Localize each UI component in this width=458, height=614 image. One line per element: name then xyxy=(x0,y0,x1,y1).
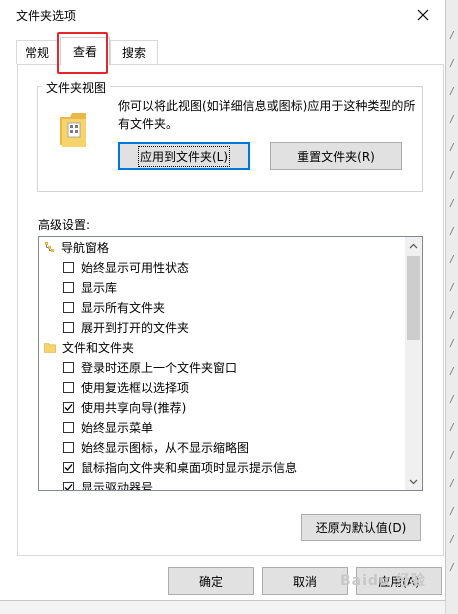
checkmark-icon xyxy=(64,403,73,411)
list-item-label: 使用复选框以选择项 xyxy=(81,380,190,395)
list-item[interactable]: 使用共享向导(推荐) xyxy=(63,397,186,417)
chevron-up-icon xyxy=(409,243,418,248)
ok-button[interactable]: 确定 xyxy=(168,567,254,595)
close-button[interactable] xyxy=(401,0,445,30)
list-item-label: 显示库 xyxy=(81,280,118,295)
list-group-label: 文件和文件夹 xyxy=(62,340,135,355)
checkbox[interactable] xyxy=(63,421,74,433)
apply-to-folders-label: 应用到文件夹(L) xyxy=(137,145,231,167)
ok-label: 确定 xyxy=(198,574,223,589)
restore-defaults-label: 还原为默认值(D) xyxy=(315,521,407,535)
reset-folders-label: 重置文件夹(R) xyxy=(297,149,375,164)
list-item-label: 始终显示可用性状态 xyxy=(81,260,190,275)
advanced-settings-label: 高级设置: xyxy=(38,218,91,232)
checkbox-checked[interactable] xyxy=(63,401,74,413)
folder-views-description: 你可以将此视图(如详细信息或图标)应用于这种类型的所有文件夹。 xyxy=(118,99,416,131)
list-group-files-and-folders[interactable]: 文件和文件夹 xyxy=(44,337,134,357)
checkbox-checked[interactable] xyxy=(63,481,74,490)
list-item-label: 始终显示图标，从不显示缩略图 xyxy=(81,440,250,455)
checkbox[interactable] xyxy=(63,441,74,453)
checkbox[interactable] xyxy=(63,281,74,293)
list-item[interactable]: 展开到打开的文件夹 xyxy=(63,317,189,337)
list-item-label: 显示驱动器号 xyxy=(81,480,154,491)
checkmark-icon xyxy=(64,483,73,490)
checkbox[interactable] xyxy=(63,361,74,373)
list-item-label: 始终显示菜单 xyxy=(81,420,154,435)
checkmark-icon xyxy=(64,463,73,471)
tab-general[interactable]: 常规 xyxy=(16,40,58,64)
list-group-label: 导航窗格 xyxy=(61,240,110,255)
tab-view[interactable]: 查看 xyxy=(60,37,110,65)
list-item-label: 使用共享向导(推荐) xyxy=(81,400,187,415)
folder-views-icon xyxy=(60,113,86,147)
list-item-label: 鼠标指向文件夹和桌面项时显示提示信息 xyxy=(81,460,298,475)
list-item-label: 展开到打开的文件夹 xyxy=(81,320,190,335)
title-bar: 文件夹选项 xyxy=(0,0,445,30)
vertical-scrollbar[interactable] xyxy=(405,237,422,490)
restore-defaults-button[interactable]: 还原为默认值(D) xyxy=(301,514,421,541)
view-tab-panel: 文件夹视图 你可以将此视图(如详细信息或图标)应用于这种类型的所有文件夹。 应用… xyxy=(17,64,444,556)
list-item[interactable]: 始终显示可用性状态 xyxy=(63,257,189,277)
checkbox[interactable] xyxy=(63,381,74,393)
list-group-navigation-pane[interactable]: 导航窗格 xyxy=(44,237,109,257)
scroll-down-button[interactable] xyxy=(405,473,422,490)
list-item[interactable]: 登录时还原上一个文件夹窗口 xyxy=(63,357,237,377)
folder-icon xyxy=(44,342,56,353)
cancel-label: 取消 xyxy=(292,574,317,589)
tab-search[interactable]: 搜索 xyxy=(110,40,158,64)
checkbox[interactable] xyxy=(63,301,74,313)
cancel-button[interactable]: 取消 xyxy=(262,567,348,595)
list-item[interactable]: 始终显示图标，从不显示缩略图 xyxy=(63,437,249,457)
apply-to-folders-button[interactable]: 应用到文件夹(L) xyxy=(118,142,250,170)
watermark-logo: Baidu 经验 xyxy=(340,573,426,589)
window-title: 文件夹选项 xyxy=(16,9,77,23)
close-icon xyxy=(417,9,429,21)
chevron-down-icon xyxy=(409,479,418,484)
reset-folders-button[interactable]: 重置文件夹(R) xyxy=(270,142,402,170)
background-window-strip: / / / / / / / / / / / / / / / / / / / / xyxy=(445,0,458,614)
list-item[interactable]: 显示库 xyxy=(63,277,117,297)
list-item[interactable]: 显示所有文件夹 xyxy=(63,297,165,317)
folder-options-dialog: 文件夹选项 常规 查看 搜索 文件夹视图 你可以将此视图(如详细信息或图标)应用… xyxy=(0,0,446,601)
list-item[interactable]: 使用复选框以选择项 xyxy=(63,377,189,397)
checkbox[interactable] xyxy=(63,261,74,273)
scroll-thumb[interactable] xyxy=(407,256,420,340)
navigation-pane-icon xyxy=(44,241,55,253)
folder-views-legend: 文件夹视图 xyxy=(42,79,111,96)
list-item-label: 显示所有文件夹 xyxy=(81,300,166,315)
checkbox[interactable] xyxy=(63,321,74,333)
advanced-settings-list[interactable]: 导航窗格 始终显示可用性状态 显示库 显示所有文件夹 展开到打开的文件夹 文件和… xyxy=(38,236,423,491)
checkbox-checked[interactable] xyxy=(63,461,74,473)
list-item-label: 登录时还原上一个文件夹窗口 xyxy=(81,360,238,375)
scroll-up-button[interactable] xyxy=(405,237,422,254)
list-item[interactable]: 鼠标指向文件夹和桌面项时显示提示信息 xyxy=(63,457,297,477)
list-item[interactable]: 始终显示菜单 xyxy=(63,417,153,437)
list-item[interactable]: 显示驱动器号 xyxy=(63,477,154,491)
background-strip-bottom xyxy=(0,601,445,614)
